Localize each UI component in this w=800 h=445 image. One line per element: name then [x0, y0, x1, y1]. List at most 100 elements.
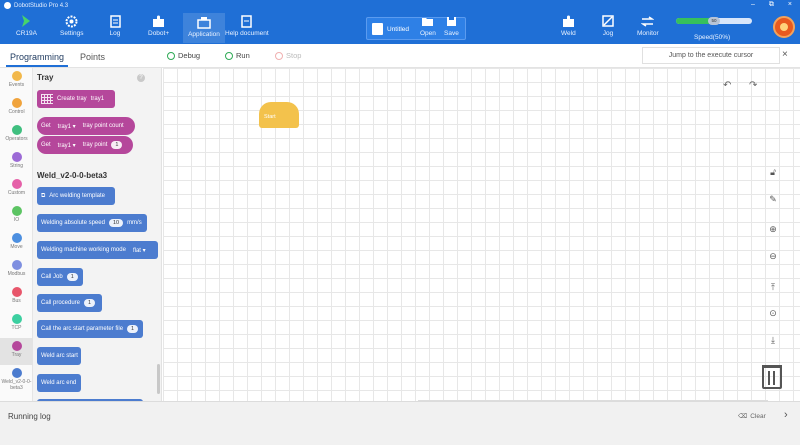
- tab-programming[interactable]: Programming: [10, 52, 64, 62]
- weld-button[interactable]: Weld: [561, 14, 576, 37]
- weld-mode-dropdown[interactable]: flat ▾: [130, 247, 149, 254]
- jog-button[interactable]: Jog: [601, 14, 615, 37]
- block-arc-welding-template[interactable]: ⧉ Arc welding template: [37, 187, 115, 205]
- weld-mode-label: Welding machine working mode: [41, 247, 126, 253]
- stop-label: Stop: [286, 51, 302, 60]
- block-call-job[interactable]: Call Job 1: [37, 268, 83, 286]
- block-weld-arc-end[interactable]: Weld arc end: [37, 374, 81, 392]
- category-icon: [11, 314, 22, 324]
- download-icon[interactable]: ⤓: [766, 333, 780, 347]
- zoom-in-icon[interactable]: ⊕: [766, 222, 780, 236]
- tray-point-index-input[interactable]: 1: [111, 141, 123, 149]
- help-document-button[interactable]: Help document: [225, 14, 269, 37]
- top-toolbar: DobotStudio Pro 4.3 – ⧉ × CR19A Settings…: [0, 0, 800, 44]
- zoom-out-icon[interactable]: ⊖: [766, 249, 780, 263]
- running-log-title: Running log: [8, 412, 51, 421]
- speed-knob[interactable]: 50: [708, 17, 720, 25]
- category-modbus[interactable]: Modbus: [0, 257, 33, 284]
- locate-target-icon[interactable]: ⊙: [766, 306, 780, 320]
- monitor-label: Monitor: [637, 30, 659, 37]
- app-title: DobotStudio Pro 4.3: [4, 2, 68, 9]
- close-window-button[interactable]: ×: [788, 1, 792, 9]
- monitor-button[interactable]: Monitor: [637, 14, 659, 37]
- dobot-plus-button[interactable]: Dobot+: [148, 14, 169, 37]
- save-disk-icon: [444, 14, 458, 28]
- plugin-puzzle-icon: [152, 14, 166, 28]
- open-button[interactable]: Open: [420, 14, 436, 37]
- block-call-arc-start-file[interactable]: Call the arc start parameter file 1: [37, 320, 143, 338]
- folder-icon: [421, 14, 435, 28]
- category-move[interactable]: Move: [0, 230, 33, 257]
- weld-speed-input[interactable]: 10: [108, 219, 124, 227]
- stop-button[interactable]: Stop: [275, 51, 301, 60]
- block-weld-arc-start[interactable]: Weld arc start: [37, 347, 81, 365]
- tray-grid-icon: [41, 94, 53, 104]
- jump-to-cursor-button[interactable]: Jump to the execute cursor: [642, 47, 780, 64]
- expand-log-arrow-icon[interactable]: ›: [784, 409, 788, 421]
- call-procedure-input[interactable]: 1: [84, 299, 96, 307]
- weld-label: Weld: [561, 30, 576, 37]
- close-panel-button[interactable]: ×: [782, 49, 788, 60]
- palette-scrollbar[interactable]: [157, 364, 160, 394]
- help-icon[interactable]: ?: [137, 74, 145, 82]
- undo-icon[interactable]: ↶: [723, 80, 731, 91]
- category-tray[interactable]: Tray: [0, 338, 33, 365]
- tab-points[interactable]: Points: [80, 52, 105, 62]
- block-get-tray-point-count[interactable]: Get tray1 ▾ tray point count: [37, 117, 135, 135]
- block-welding-machine-mode[interactable]: Welding machine working mode flat ▾: [37, 241, 158, 259]
- application-button[interactable]: Application: [183, 13, 225, 43]
- category-io[interactable]: IO: [0, 203, 33, 230]
- category-label: Move: [10, 244, 23, 250]
- clear-log-label: Clear: [750, 412, 766, 420]
- window-controls: – ⧉ ×: [751, 1, 792, 9]
- category-control[interactable]: Control: [0, 95, 33, 122]
- document-icon: [372, 23, 383, 35]
- tray-point-count-label: tray point count: [82, 123, 124, 129]
- monitor-arrows-icon: [641, 14, 655, 28]
- call-procedure-label: Call procedure: [41, 300, 81, 306]
- start-block[interactable]: Start: [259, 102, 299, 128]
- weld-arc-end-label: Weld arc end: [41, 380, 77, 386]
- settings-button[interactable]: Settings: [60, 14, 84, 37]
- category-bus[interactable]: Bus: [0, 284, 33, 311]
- tray-dropdown-value-2: tray1: [57, 142, 72, 149]
- jog-icon: [601, 14, 615, 28]
- category-custom[interactable]: Custom: [0, 176, 33, 203]
- debug-icon: [167, 51, 175, 60]
- log-button[interactable]: Log: [108, 14, 122, 37]
- minimize-button[interactable]: –: [751, 1, 755, 9]
- category-string[interactable]: String: [0, 149, 33, 176]
- unlock-icon[interactable]: 🔓︎: [766, 165, 780, 179]
- edit-icon[interactable]: ✎: [766, 192, 780, 206]
- save-button[interactable]: Save: [444, 14, 459, 37]
- programming-canvas[interactable]: Start ↶ ↷ 🔓︎ ✎ ⊕ ⊖ ⤒ ⊙ ⤓: [163, 68, 800, 401]
- block-call-procedure[interactable]: Call procedure 1: [37, 294, 102, 312]
- scroll-top-icon[interactable]: ⤒: [766, 280, 780, 294]
- redo-icon[interactable]: ↷: [749, 80, 757, 91]
- robot-status-icon: [19, 14, 33, 28]
- trash-icon[interactable]: [762, 365, 782, 389]
- category-operators[interactable]: Operators: [0, 122, 33, 149]
- call-arc-file-input[interactable]: 1: [127, 325, 139, 333]
- tray-dropdown[interactable]: tray1 ▾: [55, 123, 79, 130]
- robot-connect-button[interactable]: CR19A: [16, 14, 37, 37]
- run-button[interactable]: Run: [225, 51, 250, 60]
- maximize-button[interactable]: ⧉: [769, 1, 774, 9]
- call-job-input[interactable]: 1: [66, 273, 78, 281]
- clear-log-button[interactable]: ⌫ Clear: [738, 412, 766, 421]
- log-file-icon: [108, 14, 122, 28]
- block-get-tray-point[interactable]: Get tray1 ▾ tray point 1: [37, 136, 133, 154]
- category-tcp[interactable]: TCP: [0, 311, 33, 338]
- active-tab-indicator: [6, 65, 68, 67]
- category-weld-v2-0-0-beta3[interactable]: Weld_v2-0-0-beta3: [0, 365, 33, 392]
- user-avatar[interactable]: [773, 16, 795, 38]
- tray-dropdown-2[interactable]: tray1 ▾: [55, 142, 79, 149]
- category-events[interactable]: Events: [0, 68, 33, 95]
- tray-point-label: tray point: [82, 142, 108, 148]
- block-create-tray[interactable]: Create tray tray1: [37, 90, 115, 108]
- block-welding-absolute-speed[interactable]: Welding absolute speed 10 mm/s: [37, 214, 147, 232]
- debug-button[interactable]: Debug: [167, 51, 200, 60]
- template-icon: ⧉: [41, 192, 46, 199]
- block-palette: Tray ? Create tray tray1 Get tray1 ▾ tra…: [33, 68, 162, 401]
- save-label: Save: [444, 30, 459, 37]
